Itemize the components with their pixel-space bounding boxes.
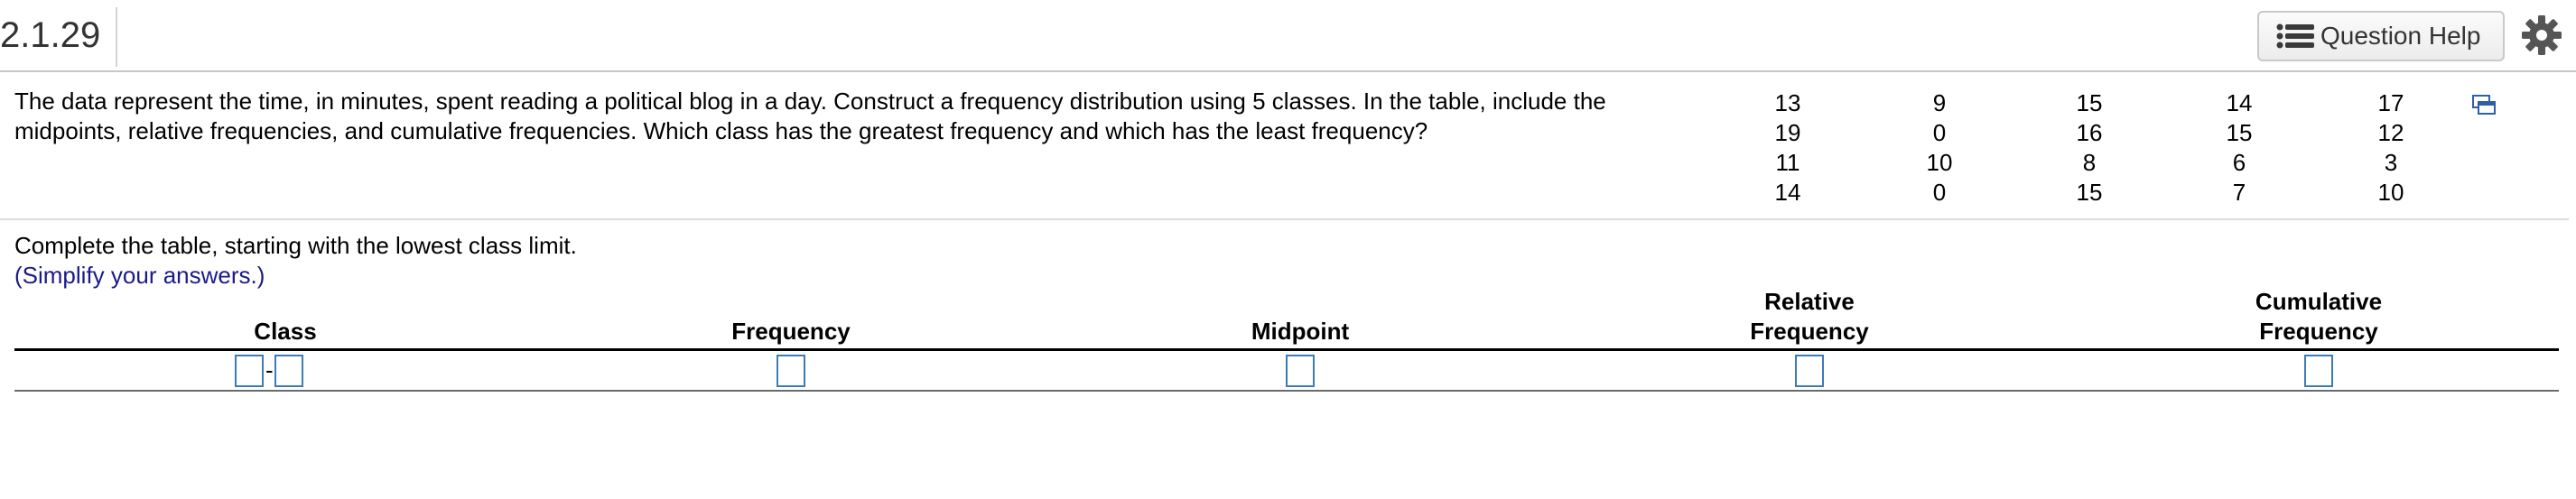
column-header-line: Cumulative — [2255, 288, 2383, 315]
data-cell: 12 — [2377, 119, 2404, 146]
data-cell: 15 — [2076, 89, 2103, 116]
list-icon — [2276, 23, 2314, 49]
data-cell: 14 — [2226, 89, 2253, 116]
data-cell: 15 — [2076, 179, 2103, 206]
column-header-line: Frequency — [1750, 318, 1869, 345]
column-header-midpoint: Midpoint — [1251, 318, 1350, 345]
class-lower-limit-input[interactable] — [235, 355, 264, 387]
data-cell: 0 — [1932, 179, 1947, 206]
question-help-button[interactable]: Question Help — [2257, 11, 2505, 61]
class-upper-limit-input[interactable] — [274, 355, 303, 387]
question-header: 2.1.29 Question Help — [0, 0, 2576, 72]
data-cell: 8 — [2082, 149, 2097, 176]
relative-frequency-input[interactable] — [1795, 355, 1824, 387]
question-text: The data represent the time, in minutes,… — [14, 87, 1640, 146]
data-cell: 0 — [1932, 119, 1947, 146]
question-number: 2.1.29 — [0, 15, 101, 55]
column-header-line: Relative — [1764, 288, 1855, 315]
frequency-input[interactable] — [777, 355, 805, 387]
data-cell: 10 — [1926, 149, 1953, 176]
instructions: Complete the table, starting with the lo… — [14, 231, 577, 291]
table-header-rule — [14, 348, 2559, 351]
cumulative-frequency-input[interactable] — [2304, 355, 2333, 387]
question-text-line: midpoints, relative frequencies, and cum… — [14, 117, 1428, 144]
column-header-frequency: Frequency — [731, 318, 851, 345]
data-cell: 6 — [2232, 149, 2246, 176]
data-cell: 19 — [1774, 119, 1801, 146]
question-text-line: The data represent the time, in minutes,… — [14, 88, 1606, 115]
column-header-cumulative-frequency: Cumulative Frequency — [2210, 287, 2427, 347]
instruction-text: Complete the table, starting with the lo… — [14, 232, 577, 259]
data-cell: 16 — [2076, 119, 2103, 146]
question-help-label: Question Help — [2320, 22, 2481, 50]
data-cell: 11 — [1775, 149, 1800, 176]
data-cell: 7 — [2232, 179, 2246, 206]
data-cell: 13 — [1774, 89, 1801, 116]
class-separator: - — [265, 356, 274, 383]
data-cell: 3 — [2384, 149, 2398, 176]
column-header-class: Class — [254, 318, 317, 345]
data-cell: 14 — [1774, 179, 1801, 206]
column-header-line: Frequency — [2259, 318, 2378, 345]
data-cell: 15 — [2226, 119, 2253, 146]
midpoint-input[interactable] — [1286, 355, 1315, 387]
page: 2.1.29 Question Help The data represent … — [0, 0, 2576, 499]
simplify-note: (Simplify your answers.) — [14, 262, 265, 289]
data-cell: 9 — [1932, 89, 1947, 116]
column-header-relative-frequency: Relative Frequency — [1701, 287, 1918, 347]
copy-data-icon[interactable] — [2471, 94, 2497, 117]
section-divider — [0, 218, 2569, 220]
data-cell: 17 — [2377, 89, 2404, 116]
table-row-rule — [14, 390, 2559, 392]
header-divider — [116, 7, 117, 67]
data-cell: 10 — [2377, 179, 2404, 206]
gear-icon[interactable] — [2521, 14, 2562, 56]
